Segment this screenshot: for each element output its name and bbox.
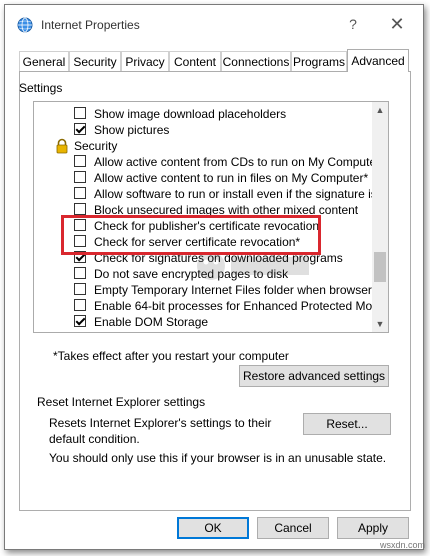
checkbox[interactable]: [74, 267, 86, 279]
list-item[interactable]: Do not save encrypted pages to disk: [34, 266, 370, 282]
internet-globe-icon: [17, 17, 33, 33]
lock-icon: [56, 138, 68, 154]
list-item-label: Allow software to run or install even if…: [94, 187, 389, 201]
window-title: Internet Properties: [41, 18, 140, 32]
settings-group-label: Settings: [19, 81, 63, 95]
list-item[interactable]: Enable DOM Storage: [34, 314, 370, 330]
list-item-publisher-cert-revocation[interactable]: Check for publisher's certificate revoca…: [34, 218, 370, 234]
list-item-label: Block unsecured images with other mixed …: [94, 203, 359, 217]
restart-footnote: *Takes effect after you restart your com…: [53, 349, 289, 363]
scroll-thumb[interactable]: [374, 252, 386, 282]
list-item-label: Show pictures: [94, 123, 170, 137]
tab-security[interactable]: Security: [69, 51, 121, 71]
checkbox[interactable]: [74, 203, 86, 215]
checkbox[interactable]: [74, 251, 86, 263]
list-item-label: Allow active content to run in files on …: [94, 171, 369, 185]
reset-button[interactable]: Reset...: [303, 413, 391, 435]
list-item-label: Check for signatures on downloaded progr…: [94, 251, 343, 265]
tab-general[interactable]: General: [19, 51, 69, 71]
reset-warning: You should only use this if your browser…: [49, 451, 387, 465]
settings-list[interactable]: Show image download placeholders Show pi…: [33, 101, 389, 333]
tab-connections[interactable]: Connections: [221, 51, 291, 71]
checkbox[interactable]: [74, 315, 86, 327]
list-item[interactable]: Allow active content to run in files on …: [34, 170, 370, 186]
list-item-label: Allow active content from CDs to run on …: [94, 155, 385, 169]
tab-content[interactable]: Content: [169, 51, 221, 71]
list-item[interactable]: Block unsecured images with other mixed …: [34, 202, 370, 218]
list-item[interactable]: Check for signatures on downloaded progr…: [34, 250, 370, 266]
list-item[interactable]: Allow active content from CDs to run on …: [34, 154, 385, 170]
checkbox[interactable]: [74, 123, 86, 135]
reset-description: Resets Internet Explorer's settings to t…: [49, 416, 272, 446]
list-group-label: Security: [74, 139, 118, 153]
checkbox[interactable]: [74, 187, 86, 199]
restore-advanced-settings-button[interactable]: Restore advanced settings: [239, 365, 389, 387]
list-group-header: Security: [34, 138, 370, 154]
close-button[interactable]: ✕: [385, 13, 409, 35]
scroll-down-arrow-icon[interactable]: ▼: [372, 316, 388, 332]
ok-button[interactable]: OK: [177, 517, 249, 539]
tab-programs[interactable]: Programs: [291, 51, 347, 71]
list-item-server-cert-revocation[interactable]: Check for server certificate revocation*: [34, 234, 370, 250]
title-bar: Internet Properties ? ✕: [5, 5, 423, 43]
checkbox[interactable]: [74, 219, 86, 231]
list-item[interactable]: Enable 64-bit processes for Enhanced Pro…: [34, 298, 388, 314]
reset-section-title: Reset Internet Explorer settings: [37, 395, 206, 409]
list-item-label: Check for server certificate revocation*: [94, 235, 301, 249]
site-watermark: wsxdn.com: [380, 540, 426, 550]
list-item-label: Empty Temporary Internet Files folder wh…: [94, 283, 389, 297]
cancel-button[interactable]: Cancel: [257, 517, 329, 539]
list-item[interactable]: Show image download placeholders: [34, 106, 370, 122]
list-item-label: Check for publisher's certificate revoca…: [94, 219, 320, 233]
checkbox[interactable]: [74, 171, 86, 183]
list-item[interactable]: Allow software to run or install even if…: [34, 186, 388, 202]
tab-privacy[interactable]: Privacy: [121, 51, 169, 71]
list-item-label: Do not save encrypted pages to disk: [94, 267, 289, 281]
internet-properties-window: Internet Properties ? ✕ General Security…: [4, 4, 424, 550]
apply-button[interactable]: Apply: [337, 517, 409, 539]
list-item-label: Enable DOM Storage: [94, 315, 209, 329]
list-item[interactable]: Empty Temporary Internet Files folder wh…: [34, 282, 388, 298]
list-item[interactable]: Show pictures: [34, 122, 370, 138]
checkbox[interactable]: [74, 283, 86, 295]
scroll-up-arrow-icon[interactable]: ▲: [372, 102, 388, 118]
vertical-scrollbar[interactable]: ▲ ▼: [372, 102, 388, 332]
help-button[interactable]: ?: [341, 13, 365, 35]
list-item-label: Enable 64-bit processes for Enhanced Pro…: [94, 299, 389, 313]
checkbox[interactable]: [74, 299, 86, 311]
tab-advanced[interactable]: Advanced: [347, 49, 409, 72]
list-item-label: Show image download placeholders: [94, 107, 287, 121]
checkbox[interactable]: [74, 107, 86, 119]
checkbox[interactable]: [74, 155, 86, 167]
checkbox[interactable]: [74, 235, 86, 247]
